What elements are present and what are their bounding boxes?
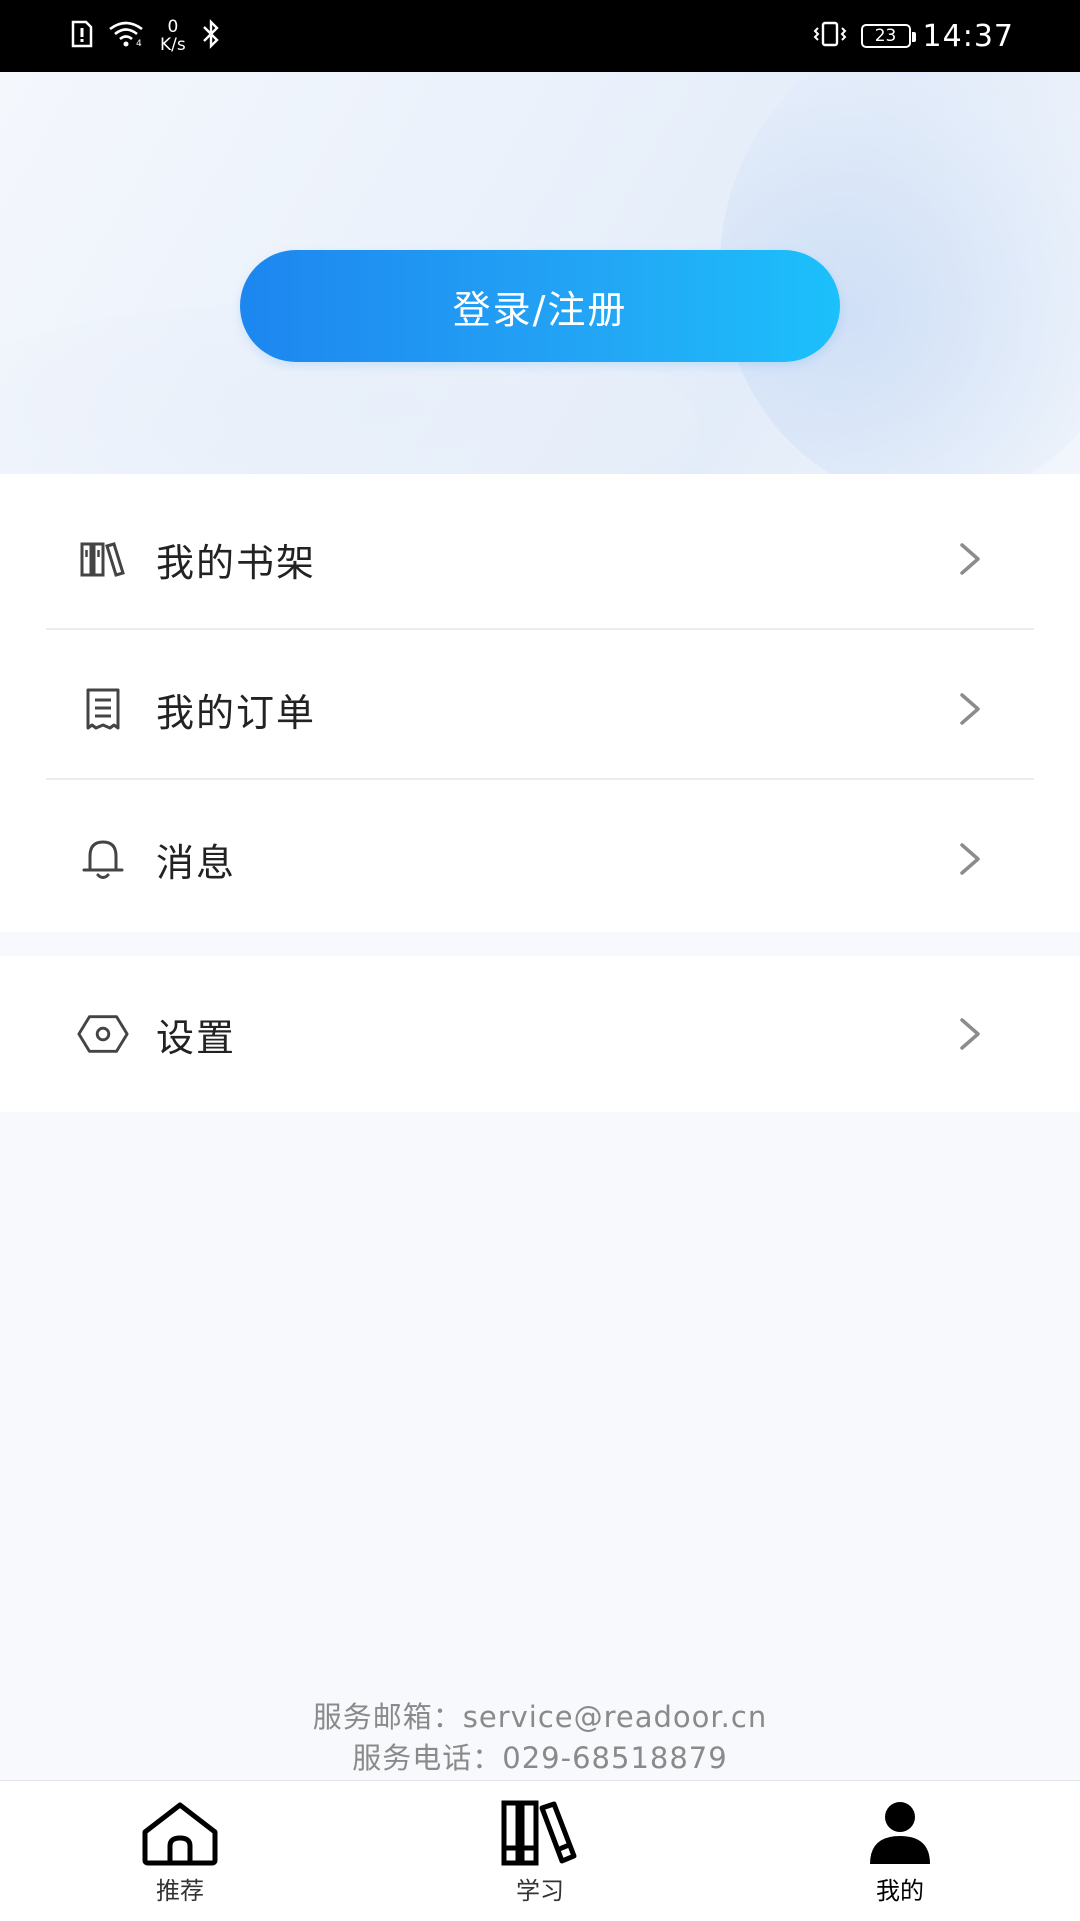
settings-card: 设置 <box>0 956 1080 1112</box>
vibrate-icon <box>811 20 849 52</box>
alert-icon <box>70 20 94 52</box>
tab-study[interactable]: 学习 <box>440 1781 640 1921</box>
service-phone: 服务电话：029-68518879 <box>352 1741 728 1775</box>
svg-text:4: 4 <box>136 39 142 48</box>
bookshelf-icon <box>76 532 130 586</box>
status-bar: 4 0 K/s 23 14:37 <box>0 0 1080 72</box>
menu-item-label: 我的书架 <box>156 540 317 585</box>
menu-item-label: 设置 <box>156 1015 237 1060</box>
tab-recommend[interactable]: 推荐 <box>80 1781 280 1921</box>
tab-label: 我的 <box>876 1877 924 1905</box>
bell-icon <box>76 832 130 886</box>
menu-item-orders[interactable]: 我的订单 <box>0 634 1080 784</box>
bluetooth-icon <box>200 19 222 53</box>
divider <box>46 778 1034 780</box>
menu-item-messages[interactable]: 消息 <box>0 784 1080 934</box>
chevron-right-icon <box>960 1018 980 1050</box>
menu-item-label: 我的订单 <box>156 690 317 735</box>
chevron-right-icon <box>960 543 980 575</box>
tab-label: 学习 <box>516 1877 564 1905</box>
tab-mine[interactable]: 我的 <box>800 1781 1000 1921</box>
books-icon <box>497 1797 583 1869</box>
service-email: 服务邮箱：service@readoor.cn <box>312 1700 768 1734</box>
tab-label: 推荐 <box>156 1877 204 1905</box>
menu-card: 我的书架 我的订单 消息 <box>0 474 1080 932</box>
menu-item-bookshelf[interactable]: 我的书架 <box>0 484 1080 634</box>
bottom-tab-bar: 推荐 学习 我的 <box>0 1780 1080 1921</box>
profile-header: 登录/注册 <box>0 72 1080 474</box>
menu-item-label: 消息 <box>156 840 237 885</box>
user-icon <box>857 1797 943 1869</box>
order-icon <box>76 682 130 736</box>
chevron-right-icon <box>960 843 980 875</box>
home-icon <box>137 1797 223 1869</box>
menu-item-settings[interactable]: 设置 <box>0 959 1080 1109</box>
settings-icon <box>76 1007 130 1061</box>
wifi-icon: 4 <box>108 20 146 52</box>
battery-icon: 23 <box>860 24 916 48</box>
chevron-right-icon <box>960 693 980 725</box>
divider <box>46 628 1034 630</box>
network-speed: 0 K/s <box>160 17 186 55</box>
login-register-button[interactable]: 登录/注册 <box>240 250 840 362</box>
clock: 14:37 <box>922 18 1014 54</box>
